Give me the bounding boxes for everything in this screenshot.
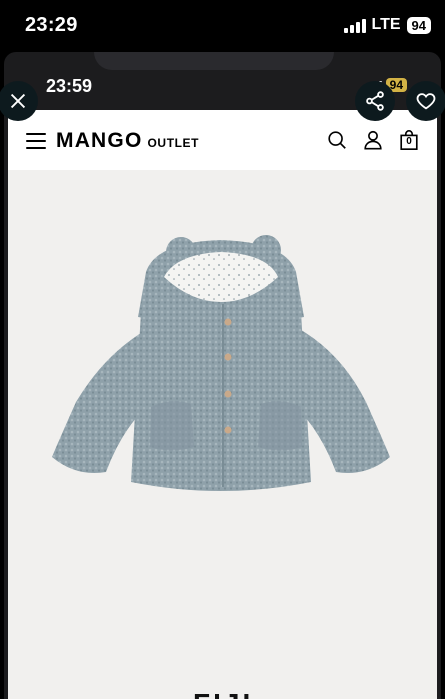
- user-icon[interactable]: [362, 129, 384, 151]
- mango-logo[interactable]: MANGO OUTLET: [56, 129, 199, 153]
- inner-time: 23:59: [46, 76, 93, 96]
- logo-subtext: OUTLET: [147, 136, 200, 150]
- favorite-button[interactable]: [406, 81, 445, 121]
- share-button[interactable]: [355, 81, 395, 121]
- outer-status-icons: LTE 94: [343, 16, 431, 34]
- product-gallery[interactable]: [8, 170, 437, 699]
- logo-text: MANGO: [56, 129, 143, 152]
- mango-page: MANGO OUTLET 0: [8, 110, 437, 699]
- network-type: LTE: [371, 16, 401, 33]
- menu-icon[interactable]: [26, 133, 46, 149]
- outer-status-bar: 23:29 LTE 94: [0, 0, 445, 52]
- bag-button[interactable]: 0: [398, 129, 420, 151]
- heart-icon: [416, 93, 436, 110]
- outer-time: 23:29: [25, 14, 78, 36]
- battery-badge: 94: [406, 16, 431, 34]
- search-icon[interactable]: [326, 129, 348, 151]
- share-icon: [366, 91, 384, 111]
- signal-icon: [343, 17, 366, 33]
- product-image[interactable]: [46, 232, 396, 502]
- close-icon: [10, 93, 26, 109]
- product-title: FIJI: [193, 688, 253, 699]
- bag-count: 0: [406, 136, 412, 147]
